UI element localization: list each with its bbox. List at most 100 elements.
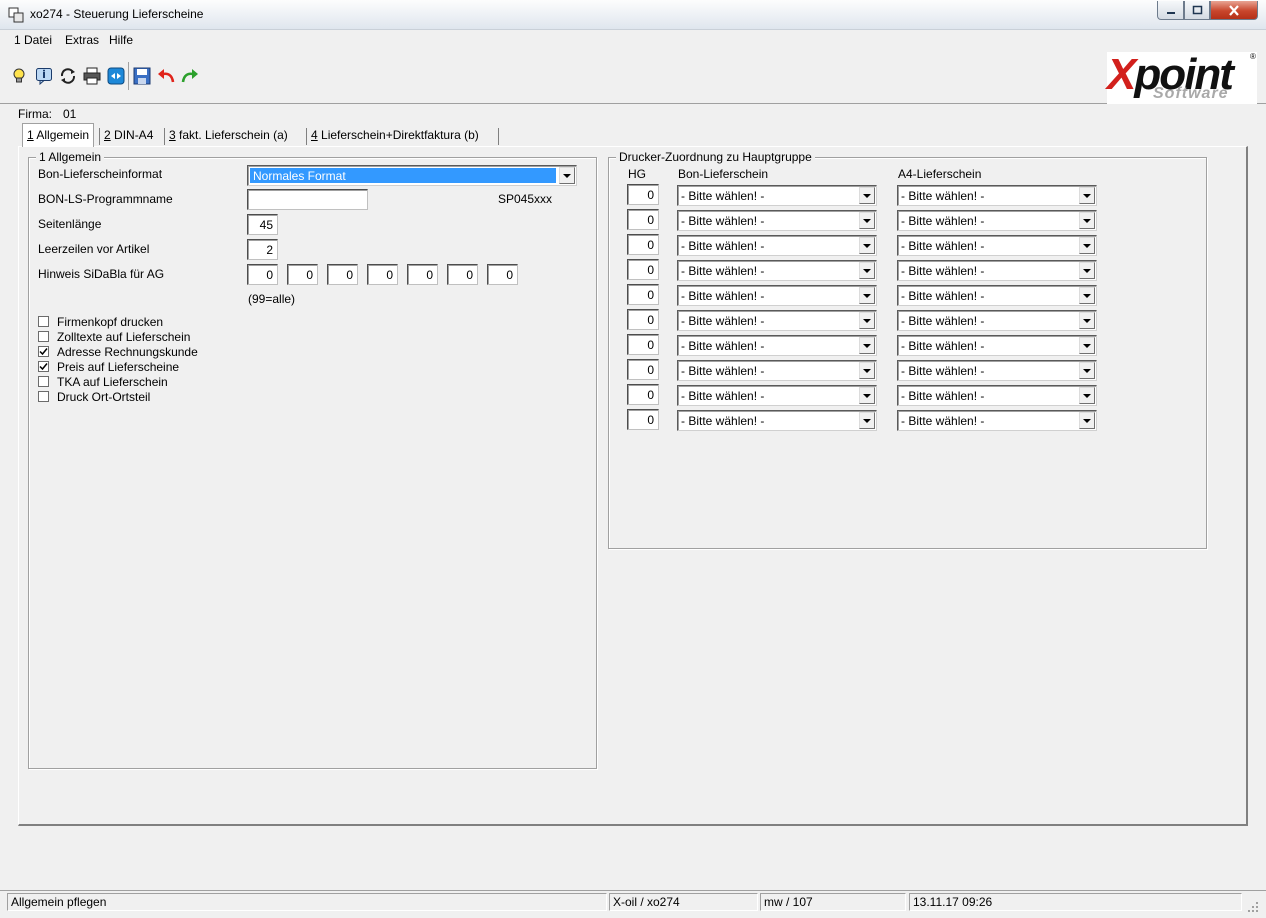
hinweis-input-6[interactable]: 0 <box>447 264 478 285</box>
hg-input[interactable]: 0 <box>627 259 659 280</box>
a4-printer-select[interactable]: - Bitte wählen! - <box>897 210 1097 231</box>
seitenlaenge-input[interactable]: 45 <box>247 214 278 235</box>
checkbox-label[interactable]: Firmenkopf drucken <box>57 315 163 329</box>
bon-printer-select[interactable]: - Bitte wählen! - <box>677 185 877 206</box>
hinweis-input-5[interactable]: 0 <box>407 264 438 285</box>
bon-printer-select[interactable]: - Bitte wählen! - <box>677 385 877 406</box>
a4-printer-select[interactable]: - Bitte wählen! - <box>897 335 1097 356</box>
lightbulb-icon[interactable] <box>10 67 28 85</box>
minimize-button[interactable] <box>1157 1 1184 20</box>
hg-input[interactable]: 0 <box>627 409 659 430</box>
dropdown-button[interactable] <box>859 312 875 329</box>
dropdown-button[interactable] <box>859 387 875 404</box>
dropdown-button[interactable] <box>859 287 875 304</box>
tab-lieferschein-direktfaktura[interactable]: 4 Lieferschein+Direktfaktura (b) <box>307 126 483 146</box>
bon-printer-select[interactable]: - Bitte wählen! - <box>677 410 877 431</box>
tab-allgemein[interactable]: 1 Allgemein <box>22 123 95 147</box>
leerzeilen-input[interactable]: 2 <box>247 239 278 260</box>
dropdown-button[interactable] <box>859 262 875 279</box>
programm-label: BON-LS-Programmname <box>38 192 173 206</box>
dropdown-button[interactable] <box>1079 387 1095 404</box>
dropdown-button[interactable] <box>859 212 875 229</box>
dropdown-button[interactable] <box>1079 212 1095 229</box>
dropdown-button[interactable] <box>559 167 575 184</box>
dropdown-button[interactable] <box>859 187 875 204</box>
dropdown-button[interactable] <box>1079 237 1095 254</box>
checkbox-label[interactable]: Druck Ort-Ortsteil <box>57 390 150 404</box>
hg-input[interactable]: 0 <box>627 359 659 380</box>
bon-printer-select[interactable]: - Bitte wählen! - <box>677 285 877 306</box>
dropdown-button[interactable] <box>859 362 875 379</box>
close-icon <box>1229 4 1239 16</box>
column-header-a4: A4-Lieferschein <box>898 167 982 181</box>
refresh-icon[interactable] <box>59 67 77 85</box>
undo-icon[interactable] <box>157 67 175 85</box>
a4-printer-select[interactable]: - Bitte wählen! - <box>897 235 1097 256</box>
bon-printer-select[interactable]: - Bitte wählen! - <box>677 260 877 281</box>
hg-input[interactable]: 0 <box>627 209 659 230</box>
hg-input[interactable]: 0 <box>627 334 659 355</box>
dropdown-button[interactable] <box>1079 337 1095 354</box>
hg-input[interactable]: 0 <box>627 184 659 205</box>
resize-grip-icon[interactable] <box>1246 896 1260 914</box>
checkbox-3[interactable] <box>38 346 49 357</box>
hinweis-input-2[interactable]: 0 <box>287 264 318 285</box>
checkbox-4[interactable] <box>38 361 49 372</box>
checkbox-label[interactable]: Preis auf Lieferscheine <box>57 360 179 374</box>
checkbox-5[interactable] <box>38 376 49 387</box>
hg-input[interactable]: 0 <box>627 309 659 330</box>
bon-printer-select[interactable]: - Bitte wählen! - <box>677 335 877 356</box>
redo-icon[interactable] <box>181 67 199 85</box>
hinweis-input-1[interactable]: 0 <box>247 264 278 285</box>
tab-din-a4[interactable]: 2 DIN-A4 <box>100 126 157 146</box>
dropdown-button[interactable] <box>1079 262 1095 279</box>
a4-printer-select[interactable]: - Bitte wählen! - <box>897 310 1097 331</box>
programm-input[interactable] <box>247 189 368 210</box>
a4-printer-select[interactable]: - Bitte wählen! - <box>897 185 1097 206</box>
dropdown-button[interactable] <box>1079 412 1095 429</box>
menu-datei[interactable]: 1 Datei <box>14 33 52 47</box>
checkbox-label[interactable]: Adresse Rechnungskunde <box>57 345 198 359</box>
checkbox-label[interactable]: TKA auf Lieferschein <box>57 375 168 389</box>
save-icon[interactable] <box>133 67 151 85</box>
hinweis-input-3[interactable]: 0 <box>327 264 358 285</box>
dropdown-button[interactable] <box>859 412 875 429</box>
bon-printer-select[interactable]: - Bitte wählen! - <box>677 235 877 256</box>
a4-printer-select[interactable]: - Bitte wählen! - <box>897 260 1097 281</box>
remote-support-icon[interactable] <box>107 67 125 85</box>
a4-printer-select[interactable]: - Bitte wählen! - <box>897 360 1097 381</box>
close-button[interactable] <box>1210 1 1258 20</box>
dropdown-button[interactable] <box>1079 187 1095 204</box>
hinweis-input-4[interactable]: 0 <box>367 264 398 285</box>
checkbox-1[interactable] <box>38 316 49 327</box>
bon-printer-select[interactable]: - Bitte wählen! - <box>677 210 877 231</box>
hg-input[interactable]: 0 <box>627 284 659 305</box>
dropdown-button[interactable] <box>1079 312 1095 329</box>
a4-printer-select[interactable]: - Bitte wählen! - <box>897 385 1097 406</box>
chevron-down-icon <box>563 173 571 178</box>
menu-extras[interactable]: Extras <box>65 33 99 47</box>
print-icon[interactable] <box>83 67 101 85</box>
menu-hilfe[interactable]: Hilfe <box>109 33 133 47</box>
dropdown-button[interactable] <box>1079 287 1095 304</box>
maximize-button[interactable] <box>1184 1 1210 20</box>
checkbox-6[interactable] <box>38 391 49 402</box>
bon-printer-select[interactable]: - Bitte wählen! - <box>677 360 877 381</box>
bon-format-select[interactable]: Normales Format <box>247 165 577 186</box>
a4-printer-select[interactable]: - Bitte wählen! - <box>897 410 1097 431</box>
hg-input[interactable]: 0 <box>627 234 659 255</box>
chevron-down-icon <box>1083 268 1091 273</box>
info-icon[interactable] <box>35 67 53 85</box>
dropdown-button[interactable] <box>859 337 875 354</box>
bon-printer-select[interactable]: - Bitte wählen! - <box>677 310 877 331</box>
dropdown-button[interactable] <box>1079 362 1095 379</box>
tab-fakt-lieferschein[interactable]: 3 fakt. Lieferschein (a) <box>165 126 292 146</box>
status-datetime: 13.11.17 09:26 <box>909 893 1242 911</box>
dropdown-button[interactable] <box>859 237 875 254</box>
hinweis-input-7[interactable]: 0 <box>487 264 518 285</box>
hinweis-label: Hinweis SiDaBla für AG <box>38 267 165 281</box>
checkbox-2[interactable] <box>38 331 49 342</box>
hg-input[interactable]: 0 <box>627 384 659 405</box>
a4-printer-select[interactable]: - Bitte wählen! - <box>897 285 1097 306</box>
checkbox-label[interactable]: Zolltexte auf Lieferschein <box>57 330 190 344</box>
